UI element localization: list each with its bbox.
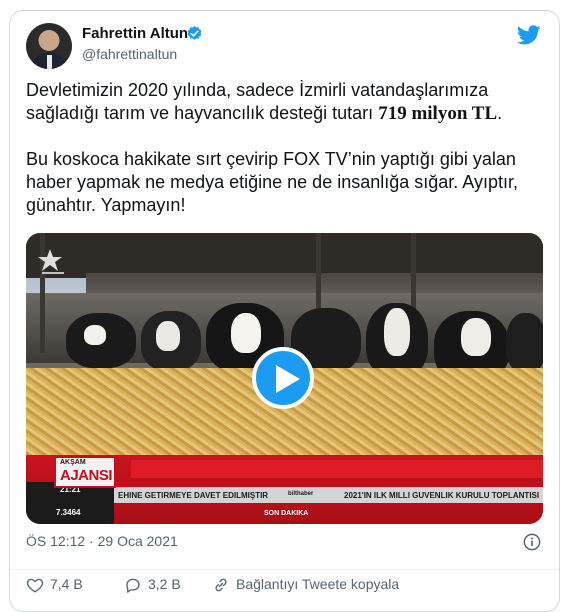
video-player[interactable]: EHINE GETIRMEYE DAVET EDILMIŞTIR bilthab… xyxy=(26,233,543,524)
heart-icon xyxy=(26,578,44,593)
ticker-top-band xyxy=(131,460,543,478)
support-amount: 719 milyon TL xyxy=(378,103,498,124)
info-icon[interactable] xyxy=(523,533,541,551)
copy-link-label: Bağlantıyı Tweete kopyala xyxy=(236,576,400,592)
like-button[interactable]: 7,4 B xyxy=(26,576,83,594)
verified-badge-icon xyxy=(187,26,202,40)
channel-logo: AKŞAM AJANSI xyxy=(54,456,116,488)
ticker-mini-label: bilthaber xyxy=(288,491,314,497)
author-name[interactable]: Fahrettin Altun xyxy=(82,25,188,42)
cow-patch xyxy=(84,325,106,345)
tweet-text: Devletimizin 2020 yılında, sadece İzmirl… xyxy=(26,79,546,240)
cow-patch xyxy=(384,308,410,356)
author-handle[interactable]: @fahrettinaltun xyxy=(82,46,177,62)
channel-logo-small: AKŞAM xyxy=(60,459,86,466)
play-icon xyxy=(276,365,300,393)
avatar[interactable] xyxy=(26,23,72,69)
timestamp-separator: · xyxy=(89,533,94,549)
reply-button[interactable]: 3,2 B xyxy=(124,576,181,594)
breaking-news-label: SON DAKIKA xyxy=(264,510,309,517)
tweet-paragraph-2: Bu koskoca hakikate sırt çevirip FOX TV’… xyxy=(26,149,518,215)
channel-logo-big: AJANSI xyxy=(60,467,113,484)
avatar-tie xyxy=(47,55,52,69)
twitter-bird-icon[interactable] xyxy=(517,23,541,47)
copy-link-button[interactable]: Bağlantıyı Tweete kopyala xyxy=(212,576,399,594)
cow-patch xyxy=(156,321,180,351)
channel-star-logo-icon xyxy=(38,249,64,274)
like-count: 7,4 B xyxy=(50,576,83,592)
link-icon xyxy=(215,578,227,592)
ticker-stock: 7.3464 xyxy=(56,508,81,517)
tweet-text-part-2: . xyxy=(497,103,503,123)
video-shed-roof xyxy=(26,233,543,278)
tweet-date[interactable]: 29 Oca 2021 xyxy=(98,533,178,549)
reply-count: 3,2 B xyxy=(148,576,181,592)
cow xyxy=(506,313,543,373)
divider xyxy=(10,569,559,570)
ticker-left-text: EHINE GETIRMEYE DAVET EDILMIŞTIR xyxy=(118,491,269,500)
tweet-timestamp[interactable]: ÖS 12:12 · 29 Oca 2021 xyxy=(26,533,178,549)
play-button[interactable] xyxy=(252,347,314,409)
cow-patch xyxy=(461,318,491,356)
tweet-paragraph-1: Devletimizin 2020 yılında, sadece İzmirl… xyxy=(26,79,546,125)
tweet-time[interactable]: ÖS 12:12 xyxy=(26,533,85,549)
tweet-card: Fahrettin Altun @fahrettinaltun Devletim… xyxy=(9,10,560,612)
reply-bubble-icon xyxy=(126,578,140,594)
cow-patch xyxy=(231,313,261,353)
ticker-right-text: 2021'IN ILK MILLI GUVENLIK KURULU TOPLAN… xyxy=(344,491,540,500)
